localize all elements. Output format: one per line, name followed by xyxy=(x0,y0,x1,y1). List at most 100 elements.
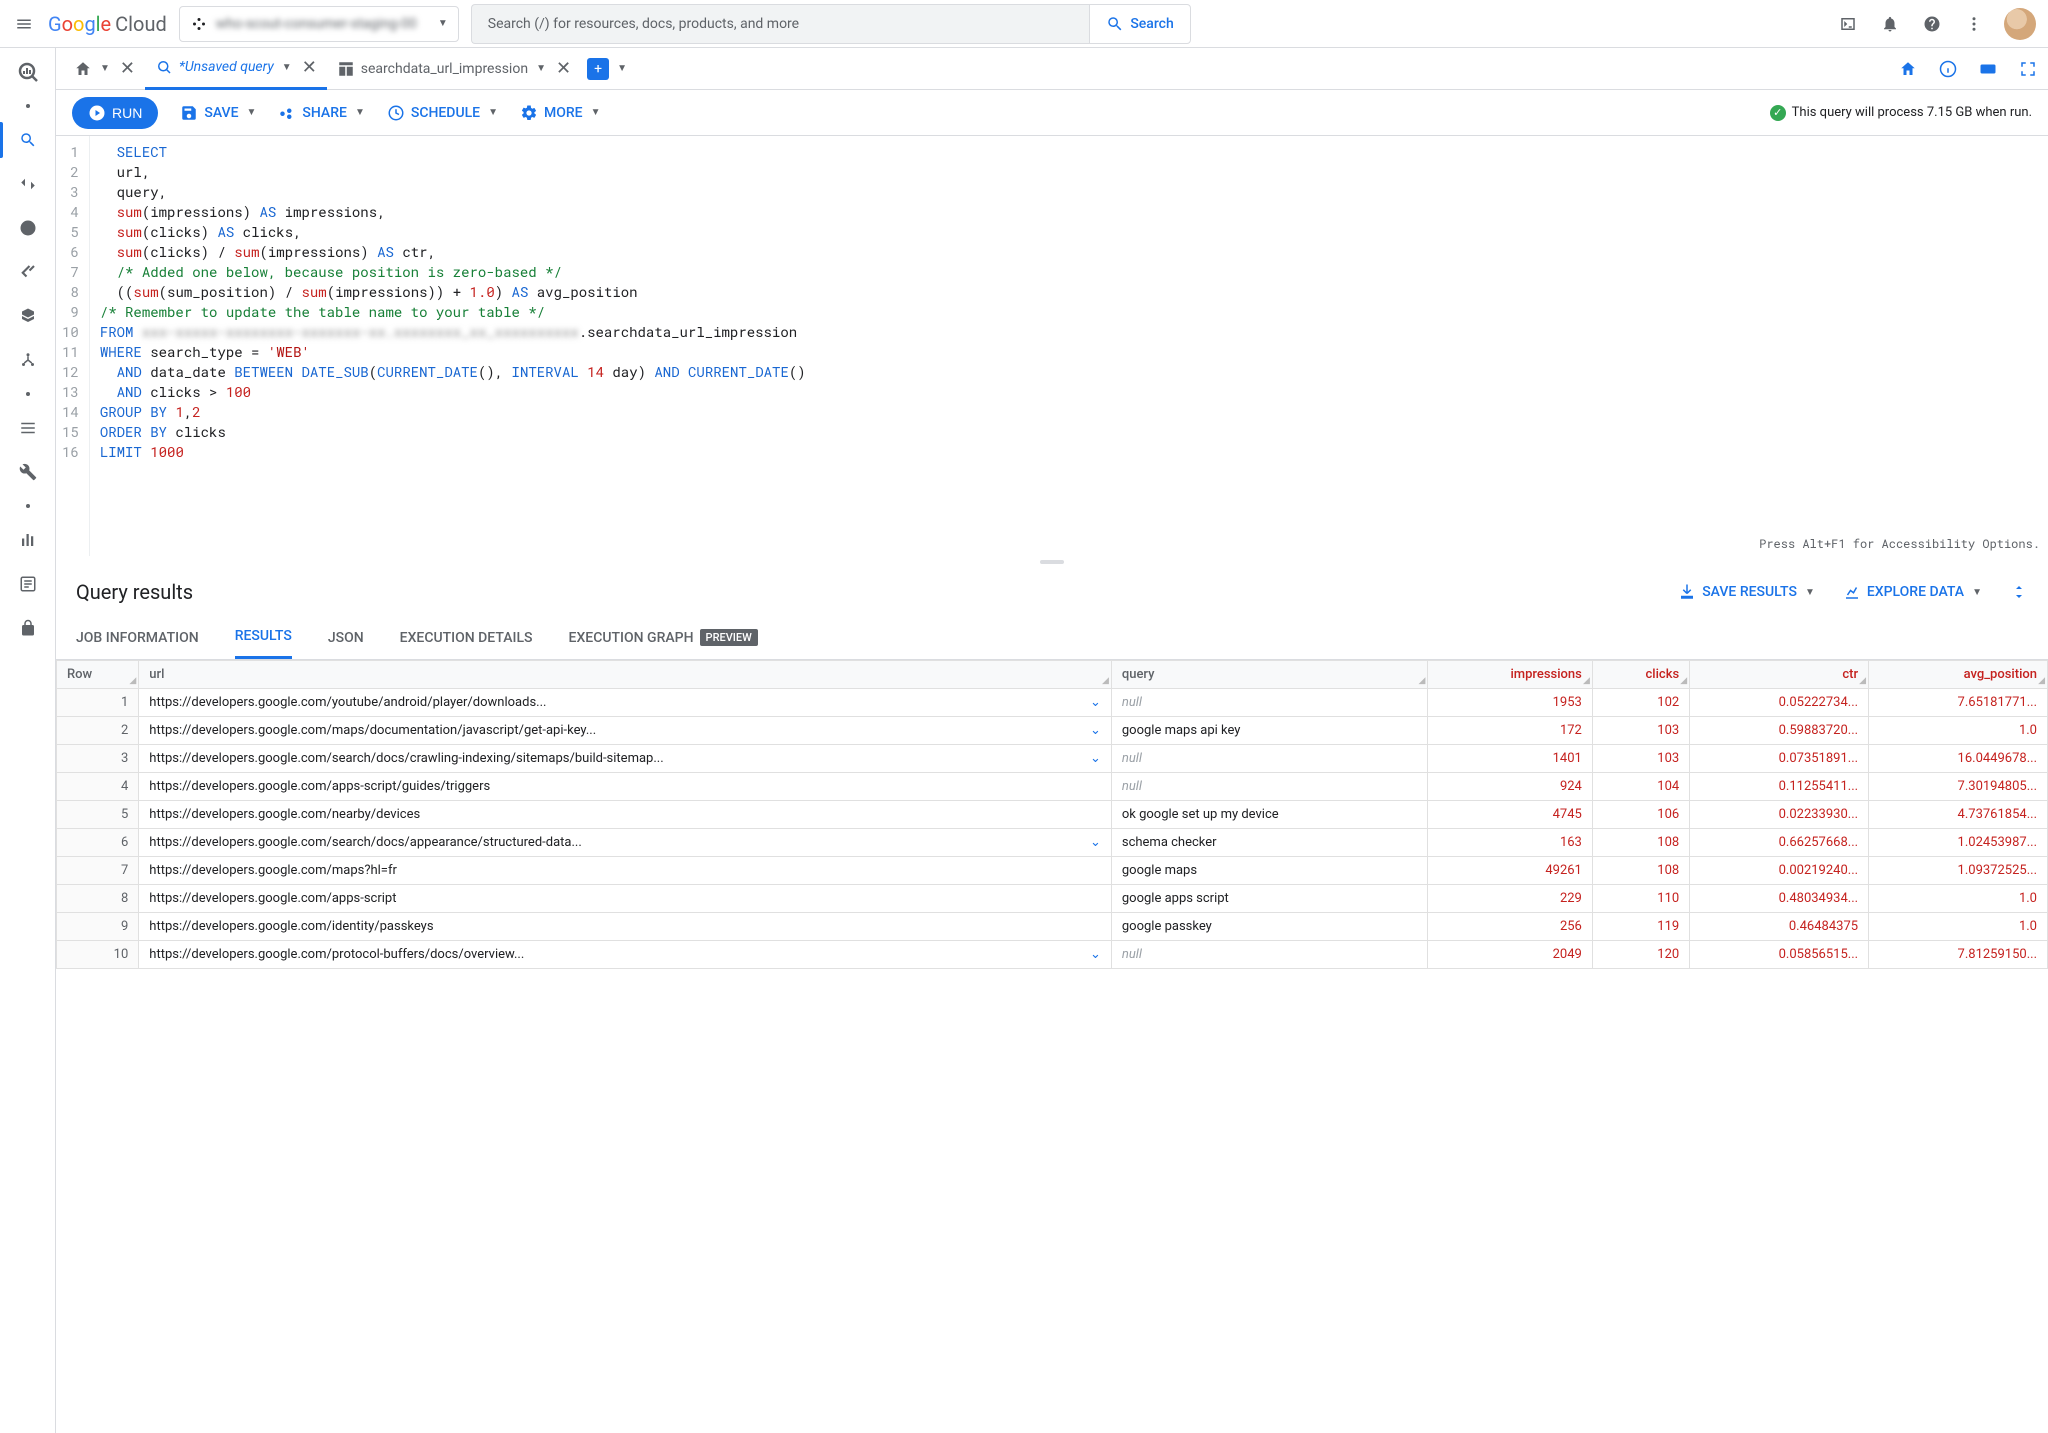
rail-separator xyxy=(26,392,30,396)
sql-editor[interactable]: 12345678910111213141516 SELECT url, quer… xyxy=(56,136,2048,556)
save-icon xyxy=(180,104,198,122)
expand-results-icon[interactable] xyxy=(2010,583,2028,601)
save-button[interactable]: SAVE▼ xyxy=(180,104,256,122)
sql-workspace-icon[interactable] xyxy=(16,128,40,152)
cloud-shell-icon[interactable] xyxy=(1836,12,1860,36)
tab-json[interactable]: JSON xyxy=(328,616,364,659)
home-shortcut-icon[interactable] xyxy=(1896,57,1920,81)
close-icon[interactable]: ✕ xyxy=(556,58,571,79)
close-icon[interactable]: ✕ xyxy=(120,58,135,79)
resources-icon[interactable] xyxy=(16,572,40,596)
results-table: Row◢url◢query◢impressions◢clicks◢ctr◢avg… xyxy=(56,660,2048,969)
table-row[interactable]: 2https://developers.google.com/maps/docu… xyxy=(57,717,2048,745)
query-toolbar: RUN SAVE▼ SHARE▼ SCHEDULE▼ MORE▼ ✓ This … xyxy=(56,90,2048,136)
table-row[interactable]: 1https://developers.google.com/youtube/a… xyxy=(57,689,2048,717)
accessibility-hint: Press Alt+F1 for Accessibility Options. xyxy=(1759,534,2040,554)
notifications-icon[interactable] xyxy=(1878,12,1902,36)
search-button-label: Search xyxy=(1130,16,1173,32)
settings-wrench-icon[interactable] xyxy=(16,460,40,484)
scheduled-queries-icon[interactable] xyxy=(16,216,40,240)
main: ▼ ✕ *Unsaved query ▼ ✕ searchdata_url_im… xyxy=(56,48,2048,1433)
table-row[interactable]: 3https://developers.google.com/search/do… xyxy=(57,745,2048,773)
header-icons xyxy=(1836,8,2036,40)
add-tab-button[interactable]: + xyxy=(587,58,609,80)
rail-separator xyxy=(26,104,30,108)
schedule-button[interactable]: SCHEDULE▼ xyxy=(387,104,498,122)
table-row[interactable]: 5https://developers.google.com/nearby/de… xyxy=(57,801,2048,829)
check-icon: ✓ xyxy=(1770,105,1786,121)
table-row[interactable]: 6https://developers.google.com/search/do… xyxy=(57,829,2048,857)
lock-icon[interactable] xyxy=(16,616,40,640)
download-icon xyxy=(1678,583,1696,601)
expand-chevron-icon[interactable]: ⌄ xyxy=(1090,695,1101,710)
table-row[interactable]: 7https://developers.google.com/maps?hl=f… xyxy=(57,857,2048,885)
col-impressions[interactable]: impressions◢ xyxy=(1428,661,1592,689)
table-header-row: Row◢url◢query◢impressions◢clicks◢ctr◢avg… xyxy=(57,661,2048,689)
bigquery-logo-icon[interactable] xyxy=(16,60,40,84)
search-button[interactable]: Search xyxy=(1089,4,1190,44)
info-icon[interactable] xyxy=(1936,57,1960,81)
table-row[interactable]: 10https://developers.google.com/protocol… xyxy=(57,941,2048,969)
explore-data-button[interactable]: EXPLORE DATA▼ xyxy=(1843,583,1982,601)
table-row[interactable]: 4https://developers.google.com/apps-scri… xyxy=(57,773,2048,801)
tabs-row: ▼ ✕ *Unsaved query ▼ ✕ searchdata_url_im… xyxy=(56,48,2048,90)
col-ctr[interactable]: ctr◢ xyxy=(1690,661,1869,689)
tab-execution-details[interactable]: EXECUTION DETAILS xyxy=(400,616,533,659)
expand-chevron-icon[interactable]: ⌄ xyxy=(1090,723,1101,738)
col-query[interactable]: query◢ xyxy=(1111,661,1428,689)
chart-icon xyxy=(1843,583,1861,601)
run-label: RUN xyxy=(112,105,142,121)
tab-execution-graph[interactable]: EXECUTION GRAPH PREVIEW xyxy=(569,616,758,659)
keyboard-icon[interactable] xyxy=(1976,57,2000,81)
col-Row[interactable]: Row◢ xyxy=(57,661,139,689)
search-input[interactable]: Search (/) for resources, docs, products… xyxy=(471,4,1090,44)
more-button[interactable]: MORE▼ xyxy=(520,104,601,122)
more-vert-icon[interactable] xyxy=(1962,12,1986,36)
share-label: SHARE xyxy=(302,105,347,121)
tab-results[interactable]: RESULTS xyxy=(235,616,292,659)
expand-chevron-icon[interactable]: ⌄ xyxy=(1090,751,1101,766)
explorer-home-tab[interactable]: ▼ ✕ xyxy=(64,48,145,90)
top-header: GoogleCloud who-scout-consumer-staging-0… xyxy=(0,0,2048,48)
col-url[interactable]: url◢ xyxy=(139,661,1112,689)
data-transfer-icon[interactable] xyxy=(16,172,40,196)
code-area[interactable]: SELECT url, query, sum(impressions) AS i… xyxy=(90,136,816,556)
help-icon[interactable] xyxy=(1920,12,1944,36)
table-row[interactable]: 9https://developers.google.com/identity/… xyxy=(57,913,2048,941)
share-button[interactable]: SHARE▼ xyxy=(278,104,364,122)
results-title: Query results xyxy=(76,580,193,604)
analytics-hub-icon[interactable] xyxy=(16,260,40,284)
search-icon xyxy=(1106,15,1124,33)
col-clicks[interactable]: clicks◢ xyxy=(1592,661,1689,689)
cost-text: This query will process 7.15 GB when run… xyxy=(1792,105,2032,120)
results-header: Query results SAVE RESULTS▼ EXPLORE DATA… xyxy=(56,568,2048,616)
search-container: Search (/) for resources, docs, products… xyxy=(471,4,1191,44)
save-results-button[interactable]: SAVE RESULTS▼ xyxy=(1678,583,1815,601)
tab-table[interactable]: searchdata_url_impression ▼ ✕ xyxy=(327,48,581,90)
bi-engine-icon[interactable] xyxy=(16,348,40,372)
more-label: MORE xyxy=(544,105,583,121)
logo[interactable]: GoogleCloud xyxy=(48,12,167,36)
col-avg_position[interactable]: avg_position◢ xyxy=(1869,661,2048,689)
menu-icon[interactable] xyxy=(12,12,36,36)
fullscreen-icon[interactable] xyxy=(2016,57,2040,81)
run-button[interactable]: RUN xyxy=(72,97,158,129)
tab-unsaved-query[interactable]: *Unsaved query ▼ ✕ xyxy=(145,48,327,90)
chevron-down-icon[interactable]: ▼ xyxy=(617,63,627,74)
gear-icon xyxy=(520,104,538,122)
results-table-wrap[interactable]: Row◢url◢query◢impressions◢clicks◢ctr◢avg… xyxy=(56,660,2048,1433)
expand-chevron-icon[interactable]: ⌄ xyxy=(1090,947,1101,962)
expand-chevron-icon[interactable]: ⌄ xyxy=(1090,835,1101,850)
close-icon[interactable]: ✕ xyxy=(302,57,317,78)
project-selector[interactable]: who-scout-consumer-staging-00 ▼ xyxy=(179,6,459,42)
chevron-down-icon: ▼ xyxy=(438,18,448,29)
partner-icon[interactable] xyxy=(16,528,40,552)
avatar[interactable] xyxy=(2004,8,2036,40)
table-row[interactable]: 8https://developers.google.com/apps-scri… xyxy=(57,885,2048,913)
tab-job-info[interactable]: JOB INFORMATION xyxy=(76,616,199,659)
dataform-icon[interactable] xyxy=(16,304,40,328)
capacity-icon[interactable] xyxy=(16,416,40,440)
chevron-down-icon: ▼ xyxy=(100,63,110,74)
drag-handle[interactable] xyxy=(56,556,2048,568)
result-tabs: JOB INFORMATION RESULTS JSON EXECUTION D… xyxy=(56,616,2048,660)
